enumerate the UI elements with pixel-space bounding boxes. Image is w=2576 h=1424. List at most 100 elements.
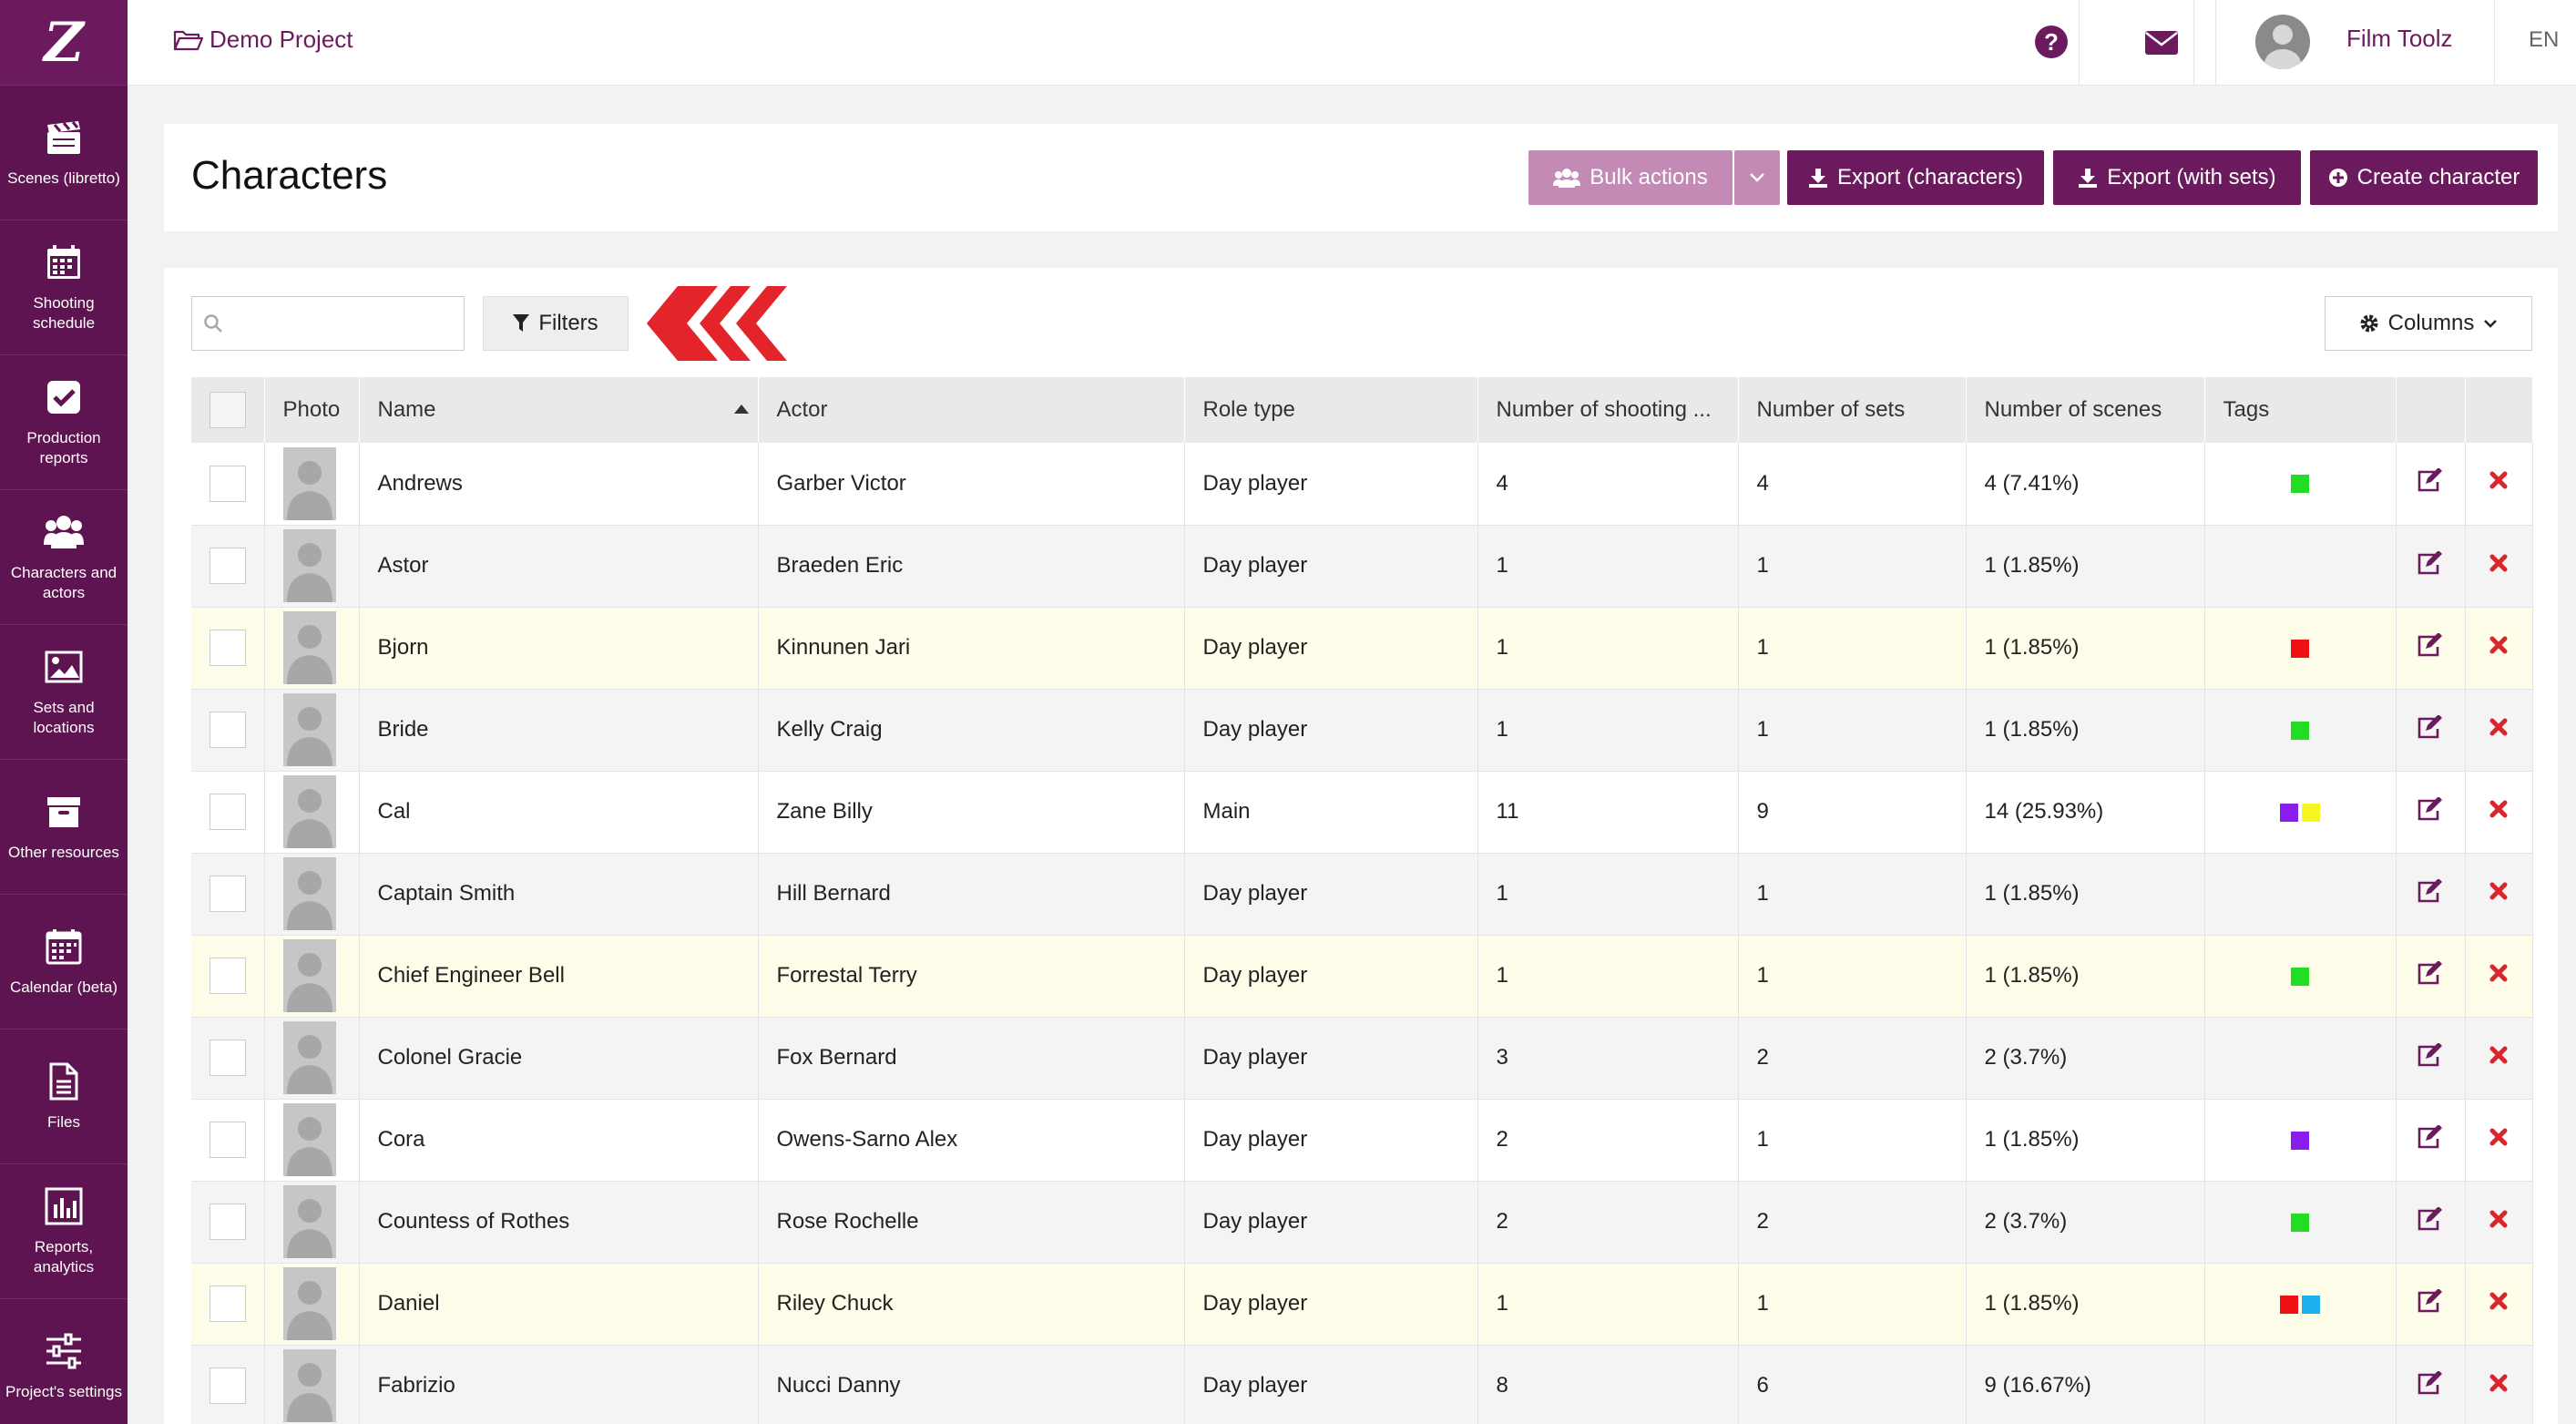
sidebar-item-files[interactable]: Files [0, 1030, 128, 1164]
character-photo-placeholder[interactable] [282, 1267, 336, 1340]
table-row[interactable]: Cal Zane Billy Main 11 9 14 (25.93%) [191, 771, 2533, 854]
row-checkbox[interactable] [209, 1204, 246, 1240]
edit-icon[interactable] [2417, 549, 2444, 575]
column-header-actor[interactable]: Actor [758, 377, 1185, 443]
export-characters-button[interactable]: Export (characters) [1787, 150, 2044, 205]
edit-icon[interactable] [2417, 1369, 2444, 1395]
collapse-arrows-icon[interactable] [647, 286, 792, 361]
delete-x-icon[interactable] [2489, 717, 2509, 737]
user-avatar[interactable] [2255, 15, 2310, 69]
column-header-role-type[interactable]: Role type [1184, 377, 1478, 443]
character-photo-placeholder[interactable] [282, 939, 336, 1012]
table-row[interactable]: Fabrizio Nucci Danny Day player 8 6 9 (16.67%… [191, 1345, 2533, 1424]
edit-icon[interactable] [2417, 1041, 2444, 1067]
character-photo-placeholder[interactable] [282, 1021, 336, 1094]
edit-icon[interactable] [2417, 795, 2444, 821]
edit-icon[interactable] [2417, 467, 2444, 492]
delete-x-icon[interactable] [2489, 553, 2509, 573]
table-row[interactable]: Chief Engineer Bell Forrestal Terry Day pl… [191, 935, 2533, 1018]
character-photo-placeholder[interactable] [282, 1185, 336, 1258]
edit-icon[interactable] [2417, 1205, 2444, 1231]
edit-cell [2396, 689, 2466, 772]
delete-x-icon[interactable] [2489, 1209, 2509, 1229]
sidebar-item-reports[interactable]: Reports, analytics [0, 1164, 128, 1299]
column-header-number-of-sets[interactable]: Number of sets [1738, 377, 1967, 443]
filters-button[interactable]: Filters [483, 296, 629, 351]
row-checkbox[interactable] [209, 876, 246, 912]
bulk-actions-button[interactable]: Bulk actions [1528, 150, 1733, 205]
row-checkbox[interactable] [209, 958, 246, 994]
delete-x-icon[interactable] [2489, 1127, 2509, 1147]
row-checkbox[interactable] [209, 794, 246, 830]
delete-x-icon[interactable] [2489, 1291, 2509, 1311]
app-logo[interactable]: Z [0, 0, 128, 86]
table-row[interactable]: Daniel Riley Chuck Day player 1 1 1 (1.85%) [191, 1263, 2533, 1346]
envelope-icon[interactable] [2144, 30, 2179, 56]
help-button[interactable]: ? [2035, 26, 2068, 58]
number-of-shooting-days: 3 [1477, 1017, 1739, 1100]
row-checkbox[interactable] [209, 1368, 246, 1404]
sidebar-item-scenes[interactable]: Scenes (libretto) [0, 86, 128, 220]
user-name[interactable]: Film Toolz [2346, 25, 2453, 53]
column-header-number-of-shooting[interactable]: Number of shooting ... [1477, 377, 1739, 443]
table-row[interactable]: Andrews Garber Victor Day player 4 4 4 (7.41%… [191, 443, 2533, 526]
actor-name: Garber Victor [758, 443, 1185, 526]
column-header-name[interactable]: Name [359, 377, 759, 443]
edit-icon[interactable] [2417, 631, 2444, 657]
table-row[interactable]: Bride Kelly Craig Day player 1 1 1 (1.85%) [191, 689, 2533, 772]
character-photo-placeholder[interactable] [282, 529, 336, 602]
table-row[interactable]: Countess of Rothes Rose Rochelle Day playe… [191, 1181, 2533, 1264]
character-photo-placeholder[interactable] [282, 446, 336, 520]
table-row[interactable]: Colonel Gracie Fox Bernard Day player 3 2 2 (… [191, 1017, 2533, 1100]
export-with-sets-button[interactable]: Export (with sets) [2053, 150, 2301, 205]
table-row[interactable]: Astor Braeden Eric Day player 1 1 1 (1.85%) [191, 525, 2533, 608]
row-checkbox[interactable] [209, 1122, 246, 1158]
project-selector[interactable]: Demo Project [173, 26, 353, 54]
edit-icon[interactable] [2417, 1123, 2444, 1149]
row-checkbox[interactable] [209, 1286, 246, 1322]
delete-x-icon[interactable] [2489, 1045, 2509, 1065]
delete-x-icon[interactable] [2489, 635, 2509, 655]
character-photo-placeholder[interactable] [282, 1103, 336, 1176]
row-checkbox[interactable] [209, 548, 246, 584]
character-photo-placeholder[interactable] [282, 693, 336, 766]
actor-name: Owens-Sarno Alex [758, 1099, 1185, 1182]
character-photo-placeholder[interactable] [282, 611, 336, 684]
select-all-checkbox[interactable] [209, 392, 246, 428]
create-character-button[interactable]: Create character [2310, 150, 2538, 205]
character-photo-placeholder[interactable] [282, 775, 336, 848]
sidebar-item-other-resources[interactable]: Other resources [0, 760, 128, 895]
row-checkbox[interactable] [209, 1040, 246, 1076]
character-photo-placeholder[interactable] [282, 1349, 336, 1422]
sidebar-item-shooting-schedule[interactable]: Shooting schedule [0, 220, 128, 355]
column-header-photo[interactable]: Photo [264, 377, 360, 443]
edit-icon[interactable] [2417, 713, 2444, 739]
sidebar-item-calendar[interactable]: Calendar (beta) [0, 895, 128, 1030]
sidebar-item-characters[interactable]: Characters and actors [0, 490, 128, 625]
column-header-tags[interactable]: Tags [2204, 377, 2397, 443]
sidebar-item-settings[interactable]: Project's settings [0, 1299, 128, 1424]
column-header-number-of-scenes[interactable]: Number of scenes [1966, 377, 2205, 443]
language-selector[interactable]: EN [2529, 27, 2559, 53]
row-checkbox[interactable] [209, 465, 246, 502]
delete-x-icon[interactable] [2489, 799, 2509, 819]
character-photo-placeholder[interactable] [282, 857, 336, 930]
table-row[interactable]: Captain Smith Hill Bernard Day player 1 1 1 (… [191, 853, 2533, 936]
row-checkbox[interactable] [209, 712, 246, 748]
row-checkbox[interactable] [209, 630, 246, 666]
search-input[interactable] [191, 296, 465, 351]
table-row[interactable]: Cora Owens-Sarno Alex Day player 2 1 1 (1.85%… [191, 1099, 2533, 1182]
edit-icon[interactable] [2417, 1287, 2444, 1313]
bulk-actions-dropdown[interactable] [1734, 150, 1780, 205]
table-row[interactable]: Bjorn Kinnunen Jari Day player 1 1 1 (1.85%) [191, 607, 2533, 690]
delete-x-icon[interactable] [2489, 470, 2509, 490]
edit-icon[interactable] [2417, 959, 2444, 985]
delete-x-icon[interactable] [2489, 1373, 2509, 1393]
edit-icon[interactable] [2417, 877, 2444, 903]
delete-x-icon[interactable] [2489, 881, 2509, 901]
delete-x-icon[interactable] [2489, 963, 2509, 983]
sidebar-item-production-reports[interactable]: Production reports [0, 355, 128, 490]
sidebar-item-sets[interactable]: Sets and locations [0, 625, 128, 760]
columns-button[interactable]: Columns [2325, 296, 2532, 351]
sidebar-item-label: Characters and actors [10, 563, 118, 601]
